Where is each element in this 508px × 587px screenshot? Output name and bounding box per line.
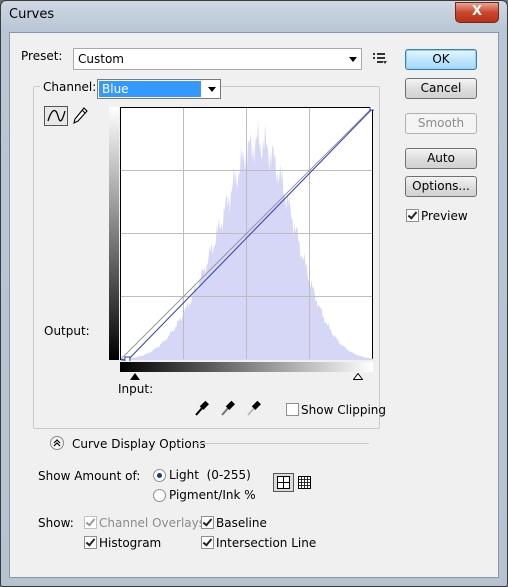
simple-grid-icon[interactable] <box>273 473 294 492</box>
pigment-label: Pigment/Ink % <box>169 488 256 502</box>
intersection-line-checkbox[interactable] <box>201 536 214 549</box>
curve-display-options-title: Curve Display Options <box>72 437 206 451</box>
title-bar[interactable]: Curves X <box>1 1 507 31</box>
input-gradient-bar <box>120 362 373 372</box>
channel-dropdown[interactable]: Blue <box>97 79 221 99</box>
channel-overlays-label: Channel Overlays <box>99 516 205 530</box>
chevron-down-icon <box>349 57 357 62</box>
preview-checkbox[interactable] <box>406 209 419 222</box>
black-point-eyedropper-icon[interactable] <box>194 399 210 417</box>
show-label: Show: <box>38 516 74 530</box>
preview-label: Preview <box>421 209 468 223</box>
collapse-icon[interactable] <box>50 436 64 450</box>
curve-point-tool-icon[interactable] <box>44 106 68 126</box>
divider <box>195 443 369 444</box>
curve-point[interactable] <box>369 107 374 111</box>
show-amount-label: Show Amount of: <box>38 469 141 483</box>
gray-point-eyedropper-icon[interactable] <box>220 399 236 417</box>
light-radio[interactable] <box>153 469 166 482</box>
show-clipping-label: Show Clipping <box>301 403 387 417</box>
pigment-radio[interactable] <box>153 489 166 502</box>
preset-dropdown[interactable]: Custom <box>73 48 362 70</box>
preset-options-icon[interactable] <box>372 51 388 65</box>
channel-label: Channel: <box>40 80 100 94</box>
baseline-checkbox[interactable] <box>201 516 214 529</box>
curve-point[interactable] <box>124 356 131 361</box>
output-gradient-bar <box>109 107 119 360</box>
detailed-grid-icon[interactable] <box>298 476 312 490</box>
black-point-slider[interactable] <box>130 373 140 380</box>
smooth-button[interactable]: Smooth <box>405 113 477 134</box>
output-label: Output: <box>44 324 90 338</box>
ok-button[interactable]: OK <box>405 49 477 70</box>
preset-value: Custom <box>78 52 124 66</box>
light-label: Light (0-255) <box>169 468 251 482</box>
cancel-button[interactable]: Cancel <box>405 78 477 99</box>
histogram-checkbox[interactable] <box>84 536 97 549</box>
baseline-label: Baseline <box>216 516 267 530</box>
channel-overlays-checkbox[interactable] <box>84 516 97 529</box>
curve-graph[interactable] <box>120 107 374 361</box>
dialog-body: Preset: Custom OK Cancel Smooth Auto Opt… <box>9 32 499 578</box>
chevron-down-icon <box>208 87 216 92</box>
intersection-line-label: Intersection Line <box>216 536 317 550</box>
white-point-slider[interactable] <box>353 373 363 380</box>
window-title: Curves <box>9 7 55 22</box>
pencil-icon[interactable] <box>71 106 89 126</box>
white-point-eyedropper-icon[interactable] <box>246 399 262 417</box>
input-label: Input: <box>118 382 154 396</box>
histogram-label: Histogram <box>99 536 162 550</box>
preset-label: Preset: <box>21 49 63 63</box>
show-clipping-checkbox[interactable] <box>286 403 299 416</box>
options-button[interactable]: Options... <box>405 176 477 197</box>
auto-button[interactable]: Auto <box>405 148 477 169</box>
close-button[interactable]: X <box>455 2 499 23</box>
channel-value: Blue <box>99 81 201 97</box>
curves-dialog: Curves X Preset: Custom OK Cancel Smooth… <box>0 0 508 587</box>
